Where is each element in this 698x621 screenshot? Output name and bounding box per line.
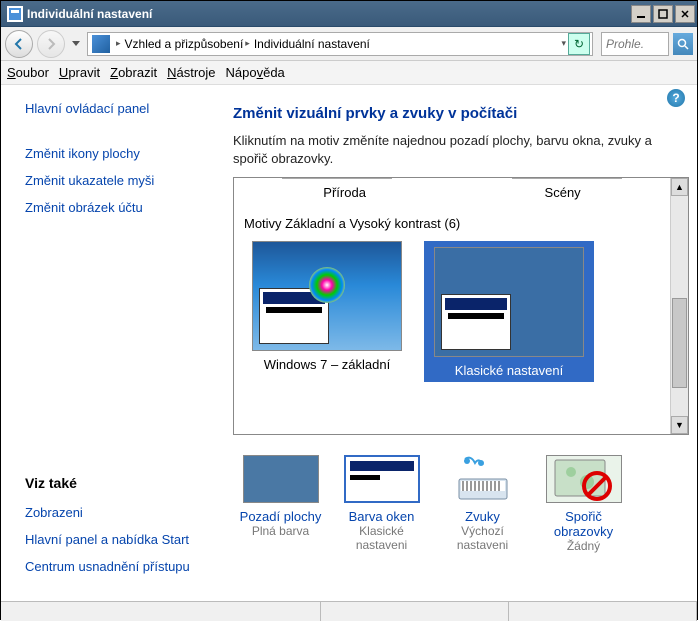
tile-window-color[interactable]: Barva oken Klasické nastaveni: [334, 455, 429, 553]
link-change-account-picture[interactable]: Změnit obrázek účtu: [25, 200, 223, 215]
nav-history-dropdown[interactable]: [69, 30, 83, 58]
menu-tools[interactable]: Nástroje: [167, 65, 215, 80]
theme-preview-classic: [434, 247, 584, 357]
scroll-thumb[interactable]: [672, 298, 687, 388]
sidebar: Hlavní ovládací panel Změnit ikony ploch…: [1, 85, 233, 601]
breadcrumb-seg-1[interactable]: Vzhled a přizpůsobení▸: [123, 37, 252, 51]
theme-group-title: Motivy Základní a Vysoký kontrast (6): [244, 216, 670, 231]
link-ease-of-access[interactable]: Centrum usnadnění přístupu: [25, 559, 223, 574]
category-scenes[interactable]: Scény: [545, 185, 581, 200]
nav-toolbar: ▸ Vzhled a přizpůsobení▸ Individuální na…: [1, 27, 697, 61]
address-dropdown[interactable]: ▾: [561, 38, 566, 49]
window-icon: [7, 6, 23, 22]
settings-tiles: Pozadí plochy Plná barva Barva oken Klas…: [233, 455, 689, 553]
help-icon[interactable]: ?: [667, 89, 685, 107]
chevron-right-icon[interactable]: ▸: [116, 38, 121, 49]
status-pane-3: [509, 602, 697, 621]
desktop-background-icon: [243, 455, 319, 503]
location-icon: [92, 35, 110, 53]
menu-file[interactable]: SSouboroubor: [7, 65, 49, 80]
window-color-icon: [344, 455, 420, 503]
link-display[interactable]: Zobrazeni: [25, 505, 223, 520]
refresh-button[interactable]: ↻: [568, 33, 590, 55]
tile-desktop-background[interactable]: Pozadí plochy Plná barva: [233, 455, 328, 553]
link-change-mouse-pointers[interactable]: Změnit ukazatele myši: [25, 173, 223, 188]
close-button[interactable]: [675, 5, 695, 23]
link-change-desktop-icons[interactable]: Změnit ikony plochy: [25, 146, 223, 161]
page-description: Kliknutím na motiv změníte najednou poza…: [233, 132, 689, 167]
address-bar[interactable]: ▸ Vzhled a přizpůsobení▸ Individuální na…: [87, 32, 593, 56]
sounds-icon: [445, 455, 521, 503]
theme-windows7-basic[interactable]: Windows 7 – základní: [242, 241, 412, 382]
status-pane-2: [321, 602, 509, 621]
breadcrumb-seg-2[interactable]: Individuální nastavení: [252, 37, 372, 51]
page-heading: Změnit vizuální prvky a zvuky v počítači: [233, 105, 689, 122]
search-input[interactable]: [602, 37, 648, 51]
title-bar: Individuální nastavení: [1, 1, 697, 27]
link-taskbar-start[interactable]: Hlavní panel a nabídka Start: [25, 532, 223, 547]
minimize-button[interactable]: [631, 5, 651, 23]
status-pane-1: [1, 602, 321, 621]
status-bar: [1, 601, 697, 621]
maximize-button[interactable]: [653, 5, 673, 23]
search-box[interactable]: [601, 32, 669, 56]
themes-scrollbar[interactable]: ▲ ▼: [670, 178, 688, 434]
search-button[interactable]: [673, 33, 693, 55]
menu-edit[interactable]: Upravit: [59, 65, 100, 80]
menu-bar: SSouboroubor Upravit Zobrazit Nástroje N…: [1, 61, 697, 85]
scroll-down-button[interactable]: ▼: [671, 416, 688, 434]
themes-panel: Příroda Scény Motivy Základní a Vysoký k…: [233, 177, 689, 435]
back-button[interactable]: [5, 30, 33, 58]
main-content: ? Změnit vizuální prvky a zvuky v počíta…: [233, 85, 697, 601]
link-main-control-panel[interactable]: Hlavní ovládací panel: [25, 101, 223, 116]
screensaver-icon: [546, 455, 622, 503]
see-also-heading: Viz také: [25, 475, 223, 491]
category-nature[interactable]: Příroda: [323, 185, 366, 200]
theme-classic[interactable]: Klasické nastavení: [424, 241, 594, 382]
window-title: Individuální nastavení: [27, 7, 631, 21]
menu-help[interactable]: Nápověda: [226, 65, 285, 80]
forward-button[interactable]: [37, 30, 65, 58]
theme-preview-win7: [252, 241, 402, 351]
scroll-up-button[interactable]: ▲: [671, 178, 688, 196]
menu-view[interactable]: Zobrazit: [110, 65, 157, 80]
tile-screensaver[interactable]: Spořič obrazovky Žádný: [536, 455, 631, 553]
tile-sounds[interactable]: Zvuky Výchozí nastaveni: [435, 455, 530, 553]
